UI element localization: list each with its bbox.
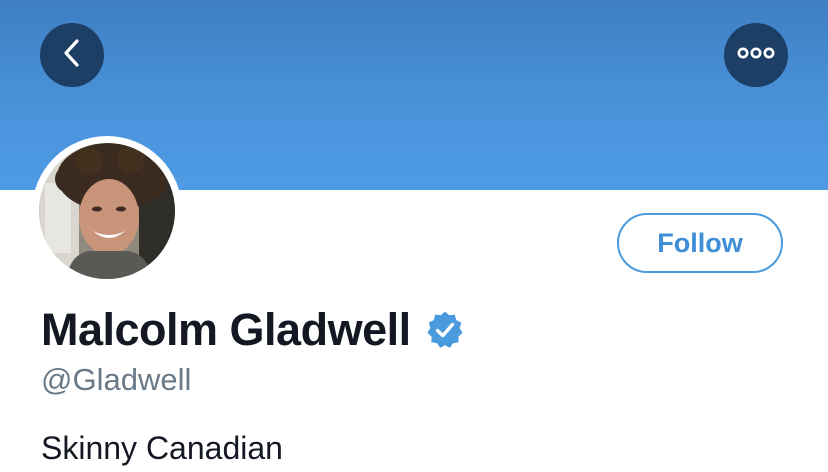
more-horizontal-icon xyxy=(736,46,776,65)
display-name: Malcolm Gladwell xyxy=(41,304,411,355)
avatar-photo xyxy=(39,143,175,279)
avatar[interactable] xyxy=(32,136,182,286)
profile-screen: Follow Malcolm Gladwell @Gladwell Skinny… xyxy=(0,0,828,472)
follow-button-label: Follow xyxy=(657,227,743,258)
more-options-button[interactable] xyxy=(724,23,788,87)
profile-name-row: Malcolm Gladwell xyxy=(41,303,465,357)
follow-button[interactable]: Follow xyxy=(617,213,783,273)
profile-handle: @Gladwell xyxy=(41,362,192,397)
back-button[interactable] xyxy=(40,23,104,87)
verified-badge-icon xyxy=(425,310,465,350)
chevron-left-icon xyxy=(61,38,83,73)
profile-bio: Skinny Canadian xyxy=(41,430,283,466)
